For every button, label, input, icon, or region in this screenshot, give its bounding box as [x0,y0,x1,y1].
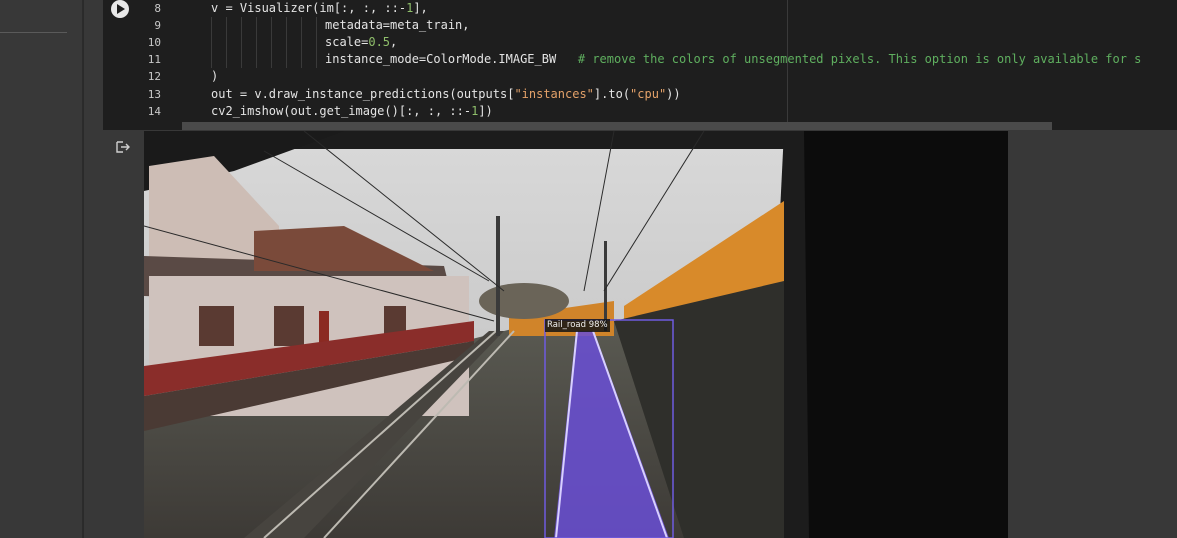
line-number: 13 [147,88,161,101]
sidebar-divider [0,32,67,33]
line-number: 14 [147,105,161,118]
indent-guide [271,17,272,68]
code-line-11[interactable]: instance_mode=ColorMode.IMAGE_BW # remov… [325,51,1141,68]
output-image: Rail_road 98% [144,131,1008,538]
line-number: 8 [154,2,161,15]
code-line-13[interactable]: out = v.draw_instance_predictions(output… [211,86,681,103]
indent-guide [301,17,302,68]
code-line-9[interactable]: metadata=meta_train, [325,17,470,34]
code-line-10[interactable]: scale=0.5, [325,34,397,51]
indent-guide [286,17,287,68]
detection-label: Rail_road 98% [545,319,610,332]
line-number: 12 [147,70,161,83]
code-line-14[interactable]: cv2_imshow(out.get_image()[:, :, ::-1]) [211,103,493,120]
scrollbar-thumb[interactable] [182,122,1052,130]
gutter-divider [82,0,83,538]
indent-guide [241,17,242,68]
line-number: 9 [154,19,161,32]
code-line-12[interactable]: ) [211,68,218,85]
railway-scene-image [144,131,1008,538]
indent-guide [316,17,317,68]
indent-guide [226,17,227,68]
line-number: 11 [147,53,161,66]
output-redirect-icon[interactable] [115,139,131,155]
horizontal-scrollbar[interactable] [182,122,1052,130]
left-sidebar [0,0,84,538]
code-line-8[interactable]: v = Visualizer(im[:, :, ::-1], [211,0,428,17]
indent-guide [211,17,212,68]
indent-guide [256,17,257,68]
line-number: 10 [147,36,161,49]
